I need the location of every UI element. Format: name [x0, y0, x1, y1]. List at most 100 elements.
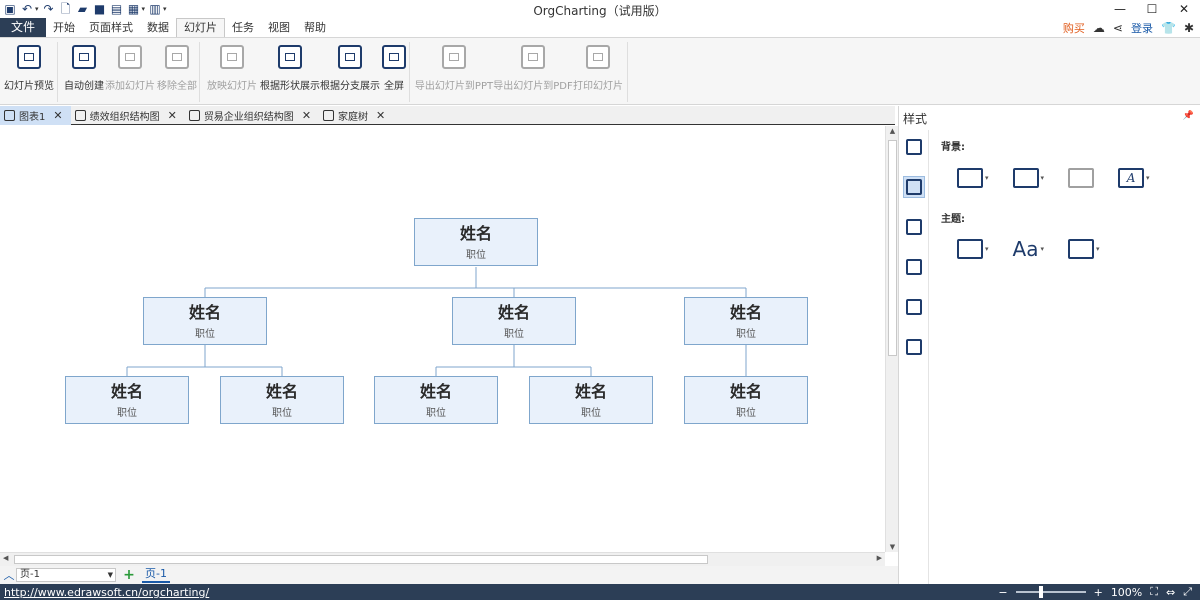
website-link[interactable]: http://www.edrawsoft.cn/orgcharting/: [4, 586, 209, 599]
pin-icon[interactable]: 📌: [1183, 111, 1194, 121]
title-bar: ▣ ↶ ▾ ↷ 🗋 ▰ ■ ▤ ▦ ▾ ▥ ▾ OrgCharting（试用版）…: [0, 0, 1200, 18]
font-theme-button[interactable]: Aa ▾: [1013, 237, 1044, 261]
export-icon[interactable]: ▦: [127, 2, 141, 16]
zoom-slider-handle[interactable]: [1038, 586, 1043, 598]
export-dropdown-icon[interactable]: ▾: [142, 5, 146, 13]
fill-color-button[interactable]: ▾: [957, 168, 989, 188]
fit-width-icon[interactable]: ⇔: [1166, 586, 1175, 599]
settings-icon[interactable]: ✱: [1184, 21, 1194, 35]
scroll-left-icon[interactable]: ◀: [3, 554, 8, 562]
template-icon[interactable]: ▥: [148, 2, 162, 16]
org-node-level2[interactable]: 姓名 职位: [374, 376, 498, 424]
menu-bar: 文件 开始 页面样式 数据 幻灯片 任务 视图 帮助 购买 ☁ ⋖ 登录 👕 ✱: [0, 18, 1200, 37]
page-selector[interactable]: 页-1 ▼: [16, 568, 116, 582]
buy-link[interactable]: 购买: [1063, 20, 1085, 36]
redo-icon[interactable]: ↷: [42, 2, 56, 16]
new-icon[interactable]: 🗋: [59, 2, 73, 16]
panel-rail: [899, 130, 929, 584]
auto-create-button[interactable]: 自动创建: [62, 42, 106, 92]
theme-label: 主题:: [941, 214, 965, 225]
tab-home[interactable]: 开始: [46, 18, 82, 37]
doc-tab-family-tree[interactable]: 家庭树 ✕: [319, 106, 393, 125]
search-list-icon[interactable]: [903, 336, 925, 358]
drawing-canvas[interactable]: 姓名 职位 姓名 职位 姓名 职位 姓名 职位 姓名 职位 姓名 职位 姓名 职…: [0, 126, 884, 552]
scroll-right-icon[interactable]: ▶: [877, 554, 882, 562]
vertical-scroll-thumb[interactable]: [888, 140, 897, 356]
org-node-level2[interactable]: 姓名 职位: [220, 376, 344, 424]
calendar-icon[interactable]: [903, 256, 925, 278]
horizontal-scroll-thumb[interactable]: [14, 555, 708, 564]
page-tab-1[interactable]: 页-1: [142, 567, 170, 583]
tab-page-style[interactable]: 页面样式: [82, 18, 140, 37]
layout-theme-button[interactable]: ▾: [957, 239, 989, 259]
show-by-branch-button[interactable]: 根据分支展示: [320, 42, 380, 92]
tab-slides[interactable]: 幻灯片: [176, 18, 225, 37]
tab-tasks[interactable]: 任务: [225, 18, 261, 37]
tab-view[interactable]: 视图: [261, 18, 297, 37]
remove-image-button[interactable]: [1068, 168, 1095, 188]
doc-tab-chart1[interactable]: 图表1 ✕: [0, 106, 71, 125]
maximize-button[interactable]: ☐: [1136, 0, 1168, 18]
doc-tab-performance[interactable]: 绩效组织结构图 ✕: [71, 106, 185, 125]
slide-preview-button[interactable]: 幻灯片预览: [2, 42, 56, 92]
close-button[interactable]: ✕: [1168, 0, 1200, 18]
org-node-level2[interactable]: 姓名 职位: [65, 376, 189, 424]
page-bar: ︿ 页-1 ▼ + 页-1: [0, 566, 898, 584]
paint-brush-icon[interactable]: [903, 176, 925, 198]
org-node-level1[interactable]: 姓名 职位: [452, 297, 576, 345]
org-node-root[interactable]: 姓名 职位: [414, 218, 538, 266]
status-bar: http://www.edrawsoft.cn/orgcharting/ − +…: [0, 584, 1200, 600]
text-style-button[interactable]: A ▾: [1118, 168, 1150, 188]
fit-page-icon[interactable]: ⛶: [1150, 585, 1158, 599]
theme-tools: ▾ Aa ▾ ▾: [957, 237, 1100, 261]
open-icon[interactable]: ▰: [76, 2, 90, 16]
undo-dropdown-icon[interactable]: ▾: [35, 5, 39, 13]
skin-icon[interactable]: 👕: [1161, 21, 1176, 35]
export-pdf-button[interactable]: 导出幻灯片到PDF: [493, 42, 573, 92]
tab-help[interactable]: 帮助: [297, 18, 333, 37]
close-tab-icon[interactable]: ✕: [168, 109, 177, 122]
minimize-button[interactable]: —: [1104, 0, 1136, 18]
login-link[interactable]: 登录: [1131, 20, 1153, 36]
chevron-up-icon[interactable]: ︿: [2, 567, 16, 583]
close-tab-icon[interactable]: ✕: [302, 109, 311, 122]
zoom-out-button[interactable]: −: [998, 586, 1007, 599]
tree-icon[interactable]: [903, 296, 925, 318]
play-slides-button[interactable]: 放映幻灯片: [206, 42, 258, 92]
cloud-icon[interactable]: ☁: [1093, 21, 1105, 35]
doc-tab-trade[interactable]: 贸易企业组织结构图 ✕: [185, 106, 319, 125]
vertical-scrollbar[interactable]: ▲ ▼: [885, 126, 898, 552]
add-slide-button[interactable]: 添加幻灯片: [105, 42, 155, 92]
undo-icon[interactable]: ↶: [20, 2, 34, 16]
quick-access-toolbar: ▣ ↶ ▾ ↷ 🗋 ▰ ■ ▤ ▦ ▾ ▥ ▾: [0, 0, 167, 18]
close-tab-icon[interactable]: ✕: [376, 109, 385, 122]
actual-size-icon[interactable]: ⤢: [1183, 585, 1192, 599]
org-node-level1[interactable]: 姓名 职位: [684, 297, 808, 345]
list-icon[interactable]: [903, 216, 925, 238]
show-by-shape-button[interactable]: 根据形状展示: [260, 42, 320, 92]
org-node-level2[interactable]: 姓名 职位: [684, 376, 808, 424]
print-icon[interactable]: ▤: [110, 2, 124, 16]
contact-card-icon[interactable]: [903, 136, 925, 158]
close-tab-icon[interactable]: ✕: [53, 109, 62, 122]
zoom-in-button[interactable]: +: [1094, 586, 1103, 599]
customize-dropdown-icon[interactable]: ▾: [163, 5, 167, 13]
color-theme-button[interactable]: ▾: [1068, 239, 1100, 259]
horizontal-scrollbar[interactable]: ◀ ▶: [0, 552, 885, 566]
share-icon[interactable]: ⋖: [1113, 21, 1123, 35]
zoom-slider[interactable]: [1015, 586, 1086, 598]
add-page-button[interactable]: +: [122, 567, 136, 583]
zoom-controls: − + 100% ⛶ ⇔ ⤢: [998, 584, 1192, 600]
tab-data[interactable]: 数据: [140, 18, 176, 37]
save-icon[interactable]: ■: [93, 2, 107, 16]
insert-image-button[interactable]: ▾: [1012, 168, 1044, 188]
org-node-level1[interactable]: 姓名 职位: [143, 297, 267, 345]
remove-all-button[interactable]: 移除全部: [156, 42, 198, 92]
org-node-level2[interactable]: 姓名 职位: [529, 376, 653, 424]
file-menu[interactable]: 文件: [0, 18, 46, 37]
fullscreen-button[interactable]: 全屏: [380, 42, 408, 92]
print-slides-button[interactable]: 打印幻灯片: [572, 42, 624, 92]
app-icon[interactable]: ▣: [3, 2, 17, 16]
export-ppt-button[interactable]: 导出幻灯片到PPT: [415, 42, 493, 92]
remove-image-icon: [1068, 168, 1095, 188]
